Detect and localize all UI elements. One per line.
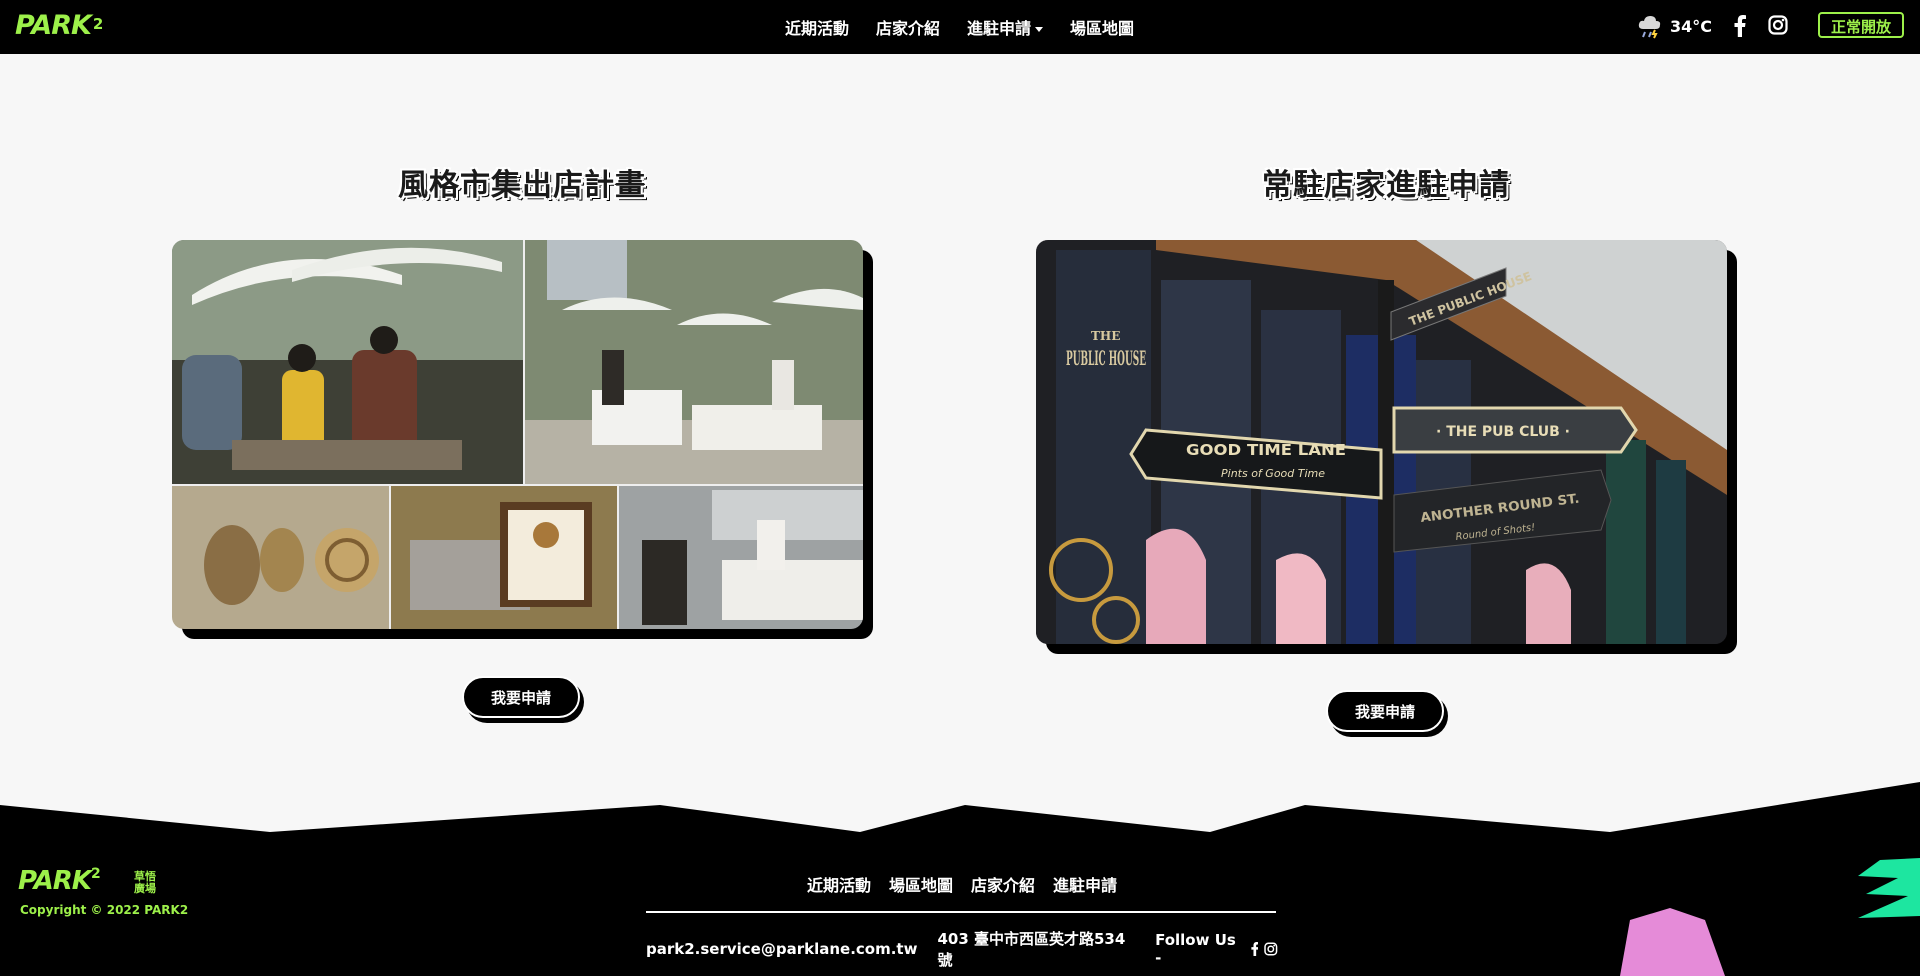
footer-contact: park2.service@parklane.com.tw 403 臺中市西區英… [646,928,1278,970]
footer-instagram-icon[interactable] [1264,942,1278,956]
park2-logo[interactable]: PARK 2 [15,9,103,43]
instagram-icon[interactable] [1768,15,1788,35]
footer-email[interactable]: park2.service@parklane.com.tw [646,940,917,958]
good-time-lane-text: GOOD TIME LANE [1186,441,1346,459]
status-badge: 正常開放 [1818,12,1904,38]
market-collage-image [172,240,863,629]
weather-widget: 34°C [1636,12,1712,40]
top-navbar: PARK 2 近期活動 店家介紹 進駐申請 場區地圖 34°C 正常開放 [0,0,1920,54]
facebook-icon[interactable] [1734,15,1746,37]
follow-us-label: Follow Us - [1155,931,1236,967]
main-nav: 近期活動 店家介紹 進駐申請 場區地圖 [785,0,1134,54]
footer-nav: 近期活動 場區地圖 店家介紹 進駐申請 [646,872,1278,896]
tenant-apply-button[interactable]: 我要申請 [1326,690,1444,732]
market-card: 風格市集出店計畫 我要申請 [172,158,873,728]
footer-address: 403 臺中市西區英才路534號 [937,930,1126,969]
nav-apply[interactable]: 進駐申請 [967,15,1044,39]
rain-cloud-icon [1638,16,1661,39]
pub-street-image: THE PUBLIC HOUSE THE PUBLIC HOUSE GOOD T… [1036,240,1727,644]
good-time-lane-sub-text: Pints of Good Time [1221,467,1325,480]
tenant-card-title: 常駐店家進駐申請 [1262,168,1510,203]
footer-facebook-icon[interactable] [1251,942,1259,956]
copyright-text: Copyright © 2022 PARK2 [20,903,189,917]
public-house-text: PUBLIC HOUSE [1066,346,1146,370]
chevron-down-icon [1035,27,1044,32]
footer-nav-apply[interactable]: 進駐申請 [1053,872,1117,896]
public-house-top-text: THE [1091,329,1120,343]
follow-us: Follow Us - [1155,931,1278,967]
nav-shops[interactable]: 店家介紹 [876,15,940,39]
market-apply-button[interactable]: 我要申請 [462,676,580,718]
nav-events[interactable]: 近期活動 [785,15,849,39]
pub-club-text: · THE PUB CLUB · [1436,424,1570,440]
market-card-title: 風格市集出店計畫 [398,168,646,203]
footer-nav-events[interactable]: 近期活動 [807,872,871,896]
nav-map[interactable]: 場區地圖 [1070,15,1134,39]
tenant-card: 常駐店家進駐申請 THE PUBLIC HOUSE THE PUBLIC HOU… [1036,158,1737,738]
footer-nav-shops[interactable]: 店家介紹 [971,872,1035,896]
footer-divider [646,911,1276,913]
temperature: 34°C [1670,16,1713,36]
footer-nav-map[interactable]: 場區地圖 [889,872,953,896]
footer-logo[interactable]: PARK2 [18,866,101,896]
footer-logo-side-text: 草悟廣場 [134,870,156,895]
